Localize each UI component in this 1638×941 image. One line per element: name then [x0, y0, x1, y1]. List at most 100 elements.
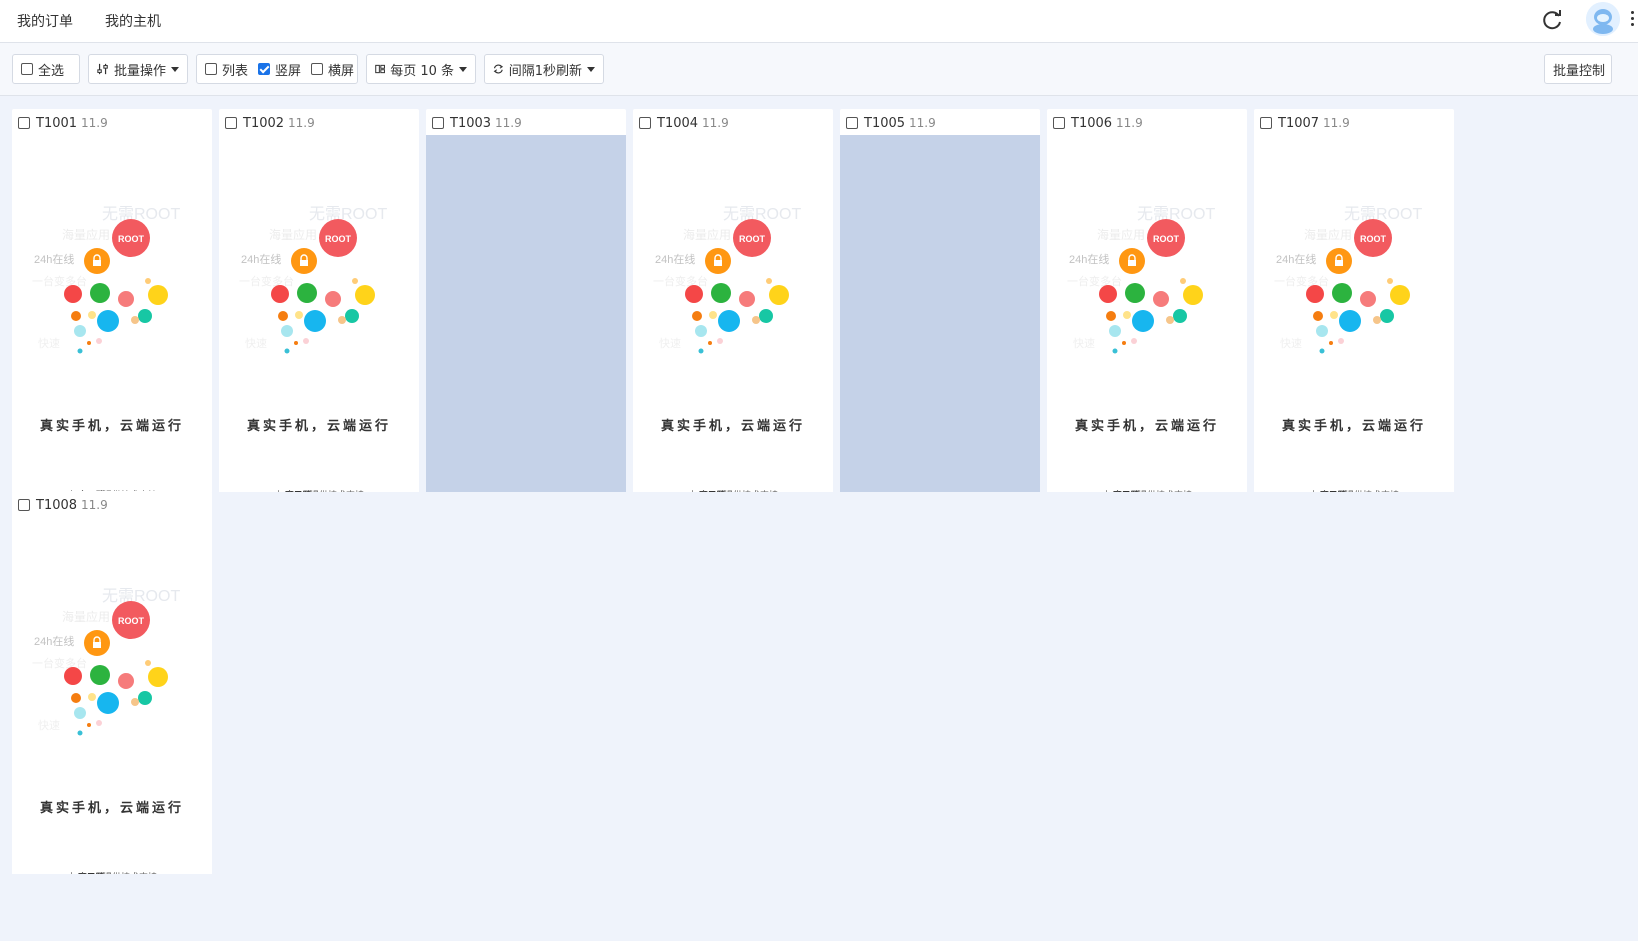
splash-faint-text: 一台变多台 [32, 274, 87, 288]
device-card[interactable]: T1006 11.9 无需ROOT 海量应用 24h在线 一台变多台 快速 ROO… [1047, 109, 1247, 492]
view-landscape-check-icon[interactable] [311, 63, 324, 75]
splash-footer: 由魔云腾提供技术支持 [633, 488, 833, 492]
dot-icon [1338, 338, 1344, 344]
device-card[interactable]: T1001 11.9 无需ROOT 海量应用 24h在线 一台变多台 快速 ROO… [12, 109, 212, 492]
gear-icon [1360, 291, 1376, 307]
dot-icon [131, 698, 139, 706]
splash-online-text: 24h在线 [34, 634, 74, 648]
view-portrait-check-icon[interactable] [258, 63, 271, 75]
splash-faint-text: 海量应用 [1304, 227, 1352, 242]
splash-footer: 由魔云腾提供技术支持 [1254, 488, 1454, 492]
device-id: T1008 [36, 497, 78, 513]
splash-illustration: 无需ROOT 海量应用 24h在线 一台变多台 快速 ROOT [653, 205, 801, 354]
android-icon [297, 283, 317, 303]
view-portrait-option[interactable]: 竖屏 [258, 60, 301, 79]
footer-suffix: 提供技术支持 [1345, 491, 1399, 492]
footer-suffix: 提供技术支持 [103, 873, 157, 874]
splash-online-text: 24h在线 [655, 252, 695, 266]
refresh-icon[interactable] [1538, 6, 1566, 34]
device-card[interactable]: T1003 11.9 [426, 109, 626, 492]
gamepad-icon [304, 310, 326, 332]
device-id: T1004 [657, 115, 699, 131]
select-all-checkbox[interactable]: 全选 [12, 54, 80, 84]
root-badge-label: ROOT [325, 234, 352, 244]
gamepad-icon [1132, 310, 1154, 332]
device-card-header: T1002 11.9 [225, 115, 315, 131]
device-screen[interactable]: 无需ROOT 海量应用 24h在线 一台变多台 快速 ROOT 真实手机，云端运… [1254, 135, 1454, 492]
device-select-checkbox[interactable] [846, 117, 858, 129]
device-select-checkbox[interactable] [18, 117, 30, 129]
device-id: T1006 [1071, 115, 1113, 131]
puzzle-icon [1390, 285, 1410, 305]
dot-icon [709, 311, 717, 319]
select-all-label: 全选 [38, 63, 65, 79]
splash-faint-text: 快速 [1280, 337, 1302, 350]
device-screen[interactable]: 无需ROOT 海量应用 24h在线 一台变多台 快速 ROOT 真实手机，云端运… [12, 517, 212, 874]
splash-faint-text: 一台变多台 [1067, 274, 1122, 288]
dot-icon [338, 316, 346, 324]
device-card[interactable]: T1007 11.9 无需ROOT 海量应用 24h在线 一台变多台 快速 ROO… [1254, 109, 1454, 492]
shield-icon [1306, 285, 1324, 303]
footer-suffix: 提供技术支持 [310, 491, 364, 492]
dot-icon [295, 311, 303, 319]
device-select-checkbox[interactable] [1260, 117, 1272, 129]
refresh-interval-dropdown[interactable]: 间隔1秒刷新 [484, 54, 604, 84]
device-screen[interactable]: 无需ROOT 海量应用 24h在线 一台变多台 快速 ROOT 真实手机，云端运… [1047, 135, 1247, 492]
dot-icon [138, 691, 152, 705]
splash-slogan: 真实手机，云端运行 [39, 419, 184, 434]
device-select-checkbox[interactable] [225, 117, 237, 129]
dot-icon [1319, 348, 1325, 354]
page-size-dropdown[interactable]: 每页 10 条 [366, 54, 476, 84]
splash-online-text: 24h在线 [1276, 252, 1316, 266]
gear-icon [739, 291, 755, 307]
splash-faint-text: 海量应用 [62, 609, 110, 624]
device-screen[interactable]: 无需ROOT 海量应用 24h在线 一台变多台 快速 ROOT 真实手机，云端运… [12, 135, 212, 492]
splash-faint-text: 快速 [38, 337, 60, 350]
device-version: 11.9 [495, 116, 522, 130]
view-list-check-icon[interactable] [205, 63, 217, 75]
avatar[interactable] [1586, 2, 1620, 36]
nav-my-hosts[interactable]: 我的主机 [105, 11, 161, 31]
root-badge-label: ROOT [118, 234, 145, 244]
device-screen[interactable] [840, 135, 1040, 492]
device-select-checkbox[interactable] [432, 117, 444, 129]
view-landscape-option[interactable]: 横屏 [311, 60, 354, 79]
device-screen[interactable]: 无需ROOT 海量应用 24h在线 一台变多台 快速 ROOT 真实手机，云端运… [219, 135, 419, 492]
gear-icon [1153, 291, 1169, 307]
dot-icon [77, 730, 83, 736]
android-icon [90, 283, 110, 303]
chevron-down-icon [459, 66, 467, 72]
footer-prefix: 由 [1102, 491, 1111, 492]
device-card[interactable]: T1004 11.9 无需ROOT 海量应用 24h在线 一台变多台 快速 ROO… [633, 109, 833, 492]
device-card[interactable]: T1002 11.9 无需ROOT 海量应用 24h在线 一台变多台 快速 ROO… [219, 109, 419, 492]
device-select-checkbox[interactable] [1053, 117, 1065, 129]
device-screen[interactable] [426, 135, 626, 492]
device-card-header: T1005 11.9 [846, 115, 936, 131]
batch-control-label: 批量控制 [1553, 63, 1606, 79]
dot-icon [96, 338, 102, 344]
chevron-down-icon [587, 66, 595, 72]
splash-faint-text: 一台变多台 [653, 274, 708, 288]
device-screen[interactable]: 无需ROOT 海量应用 24h在线 一台变多台 快速 ROOT 真实手机，云端运… [633, 135, 833, 492]
view-list-option[interactable]: 列表 [205, 60, 248, 79]
device-select-checkbox[interactable] [18, 499, 30, 511]
gamepad-icon [718, 310, 740, 332]
nav-my-orders[interactable]: 我的订单 [17, 11, 73, 31]
device-card[interactable]: T1005 11.9 [840, 109, 1040, 492]
gamepad-icon [97, 692, 119, 714]
splash-online-text: 24h在线 [34, 252, 74, 266]
splash-headline: 无需ROOT [102, 205, 180, 223]
device-select-checkbox[interactable] [639, 117, 651, 129]
batch-control-button[interactable]: 批量控制 [1544, 54, 1612, 84]
dot-icon [145, 660, 151, 666]
gamepad-icon [97, 310, 119, 332]
puzzle-icon [1183, 285, 1203, 305]
splash-footer: 由魔云腾提供技术支持 [219, 488, 419, 492]
select-all-check-icon[interactable] [21, 63, 33, 75]
device-card-header: T1007 11.9 [1260, 115, 1350, 131]
splash-headline: 无需ROOT [1344, 205, 1422, 223]
batch-ops-dropdown[interactable]: 批量操作 [88, 54, 188, 84]
lock-icon-body [93, 642, 101, 648]
more-menu-icon[interactable] [1628, 8, 1636, 30]
device-card[interactable]: T1008 11.9 无需ROOT 海量应用 24h在线 一台变多台 快速 ROO… [12, 491, 212, 874]
